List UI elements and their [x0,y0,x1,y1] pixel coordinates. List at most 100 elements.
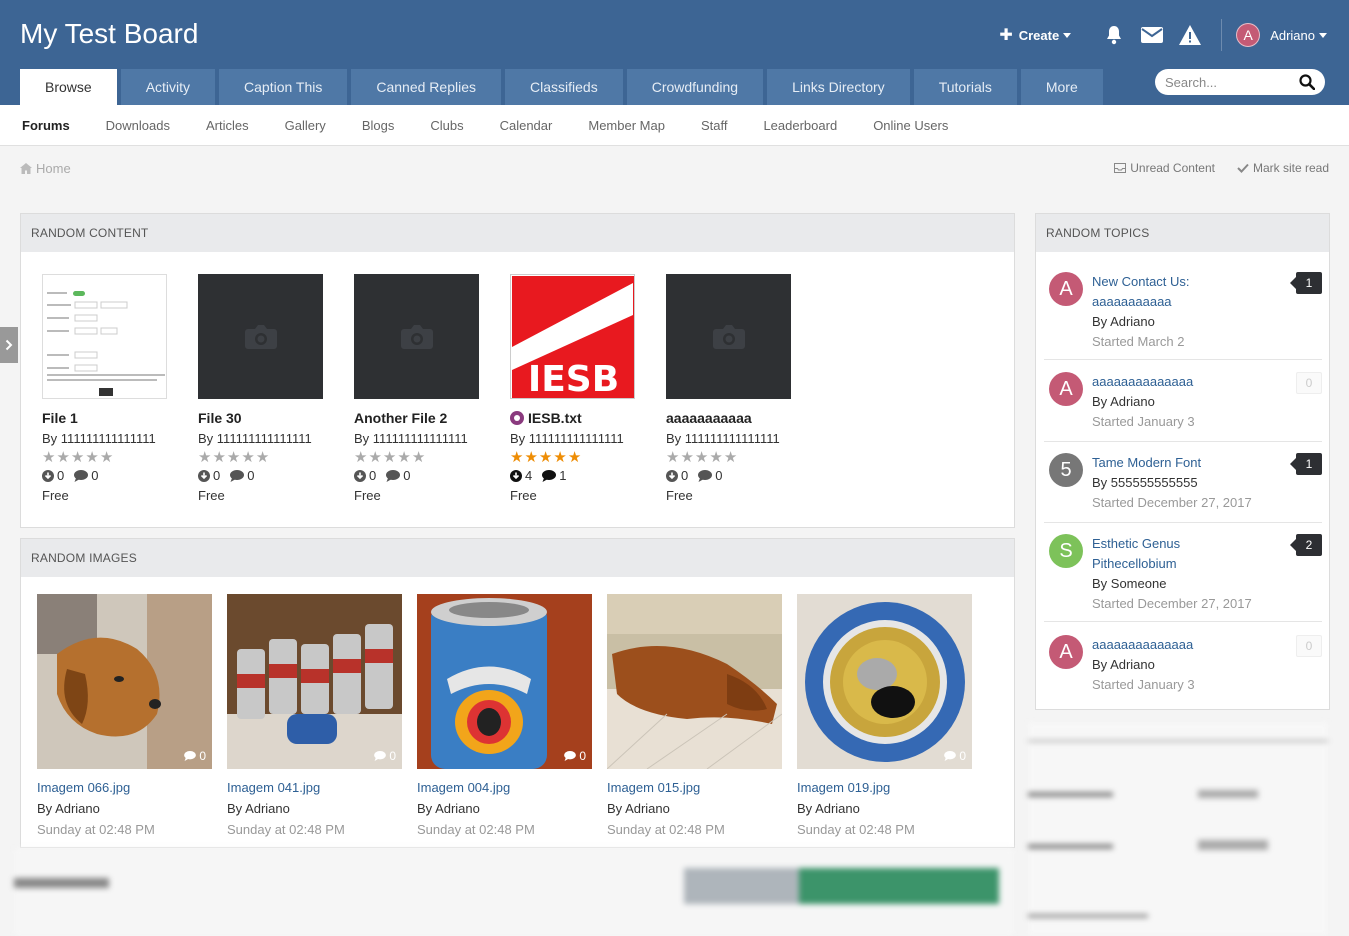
user-avatar: A [1236,23,1261,47]
tab-crowdfunding[interactable]: Crowdfunding [626,69,764,105]
subnav-leaderboard[interactable]: Leaderboard [763,118,837,133]
file-author[interactable]: By 111111111111111 [666,431,801,446]
file-title[interactable]: File 1 [42,410,177,426]
file-thumbnail[interactable] [666,274,791,399]
home-icon [20,163,32,174]
gallery-photo[interactable]: 0 [37,594,212,769]
topic-title[interactable]: New Contact Us: [1092,272,1322,292]
download-item: File 30 By 111111111111111 ★ ★ ★ ★ ★ 0 0 Fre… [198,274,333,503]
subnav-calendar[interactable]: Calendar [500,118,553,133]
comments-count: 0 [715,468,723,483]
topic-item: 5 Tame Modern Font By 555555555555 Start… [1044,453,1322,523]
breadcrumb-home[interactable]: Home [36,161,71,176]
subnav-staff[interactable]: Staff [701,118,728,133]
file-title[interactable]: aaaaaaaaaaa [666,410,801,426]
random-content-block: Random Content File 1 By 1111111 [20,213,1015,528]
image-title[interactable]: Imagem 066.jpg [37,780,212,795]
tab-more[interactable]: More [1020,69,1103,105]
file-stats: 0 0 [198,468,333,483]
bell-icon[interactable] [1103,24,1125,46]
subnav-downloads[interactable]: Downloads [106,118,170,133]
tab-tutorials[interactable]: Tutorials [913,69,1017,105]
subnav-online-users[interactable]: Online Users [873,118,948,133]
image-title[interactable]: Imagem 004.jpg [417,780,592,795]
author-avatar[interactable]: A [1049,272,1083,306]
image-author[interactable]: By Adriano [417,801,592,816]
star-icon: ★ [382,449,397,466]
tab-browse[interactable]: Browse [20,69,117,105]
gallery-photo[interactable] [607,594,782,769]
file-stats: 4 1 [510,468,645,483]
star-icon: ★ [354,449,368,466]
tab-canned-replies[interactable]: Canned Replies [351,69,501,105]
topic-author[interactable]: By Someone [1092,574,1322,594]
file-author[interactable]: By 111111111111111 [510,431,645,446]
comment-count-badge: 0 [374,749,396,763]
author-avatar[interactable]: A [1049,372,1083,406]
subnav-articles[interactable]: Articles [206,118,249,133]
topic-author[interactable]: By Adriano [1092,392,1322,412]
downloads-count: 0 [369,468,377,483]
topic-author[interactable]: By 555555555555 [1092,473,1322,493]
comment-icon [564,751,577,761]
subnav-clubs[interactable]: Clubs [430,118,463,133]
tab-classifieds[interactable]: Classifieds [505,69,623,105]
tab-activity[interactable]: Activity [120,69,216,105]
file-author[interactable]: By 111111111111111 [42,431,177,446]
topic-title[interactable]: Esthetic Genus [1092,534,1322,554]
envelope-icon[interactable] [1141,24,1164,46]
gallery-item: 0 Imagem 066.jpg By Adriano Sunday at 02… [37,594,212,837]
file-thumbnail[interactable] [198,274,323,399]
gallery-photo[interactable]: 0 [227,594,402,769]
rating-stars: ★ ★ ★ ★ ★ [666,450,801,465]
gallery-photo[interactable]: 0 [417,594,592,769]
topic-author[interactable]: By Adriano [1092,655,1322,675]
search-input[interactable] [1165,74,1285,90]
image-author[interactable]: By Adriano [797,801,972,816]
site-title[interactable]: My Test Board [20,18,198,50]
create-button[interactable]: ✚ Create [999,25,1072,45]
file-thumbnail[interactable] [354,274,479,399]
file-thumbnail[interactable]: IESB [510,274,635,399]
author-avatar[interactable]: 5 [1049,453,1083,487]
star-icon: ★ [85,449,99,466]
downloads-count: 0 [213,468,221,483]
search-icon[interactable] [1299,74,1315,90]
sidebar-toggle[interactable] [0,327,18,363]
comment-icon [698,469,713,482]
gallery-item: 0 Imagem 041.jpg By Adriano Sunday at 02… [227,594,402,837]
image-title[interactable]: Imagem 041.jpg [227,780,402,795]
topic-title[interactable]: aaaaaaaaaaaaaa [1092,635,1322,655]
topic-title[interactable]: aaaaaaaaaaaaaa [1092,372,1322,392]
image-title[interactable]: Imagem 019.jpg [797,780,972,795]
tab-caption-this[interactable]: Caption This [219,69,348,105]
file-author[interactable]: By 111111111111111 [198,431,333,446]
author-avatar[interactable]: A [1049,635,1083,669]
image-title[interactable]: Imagem 015.jpg [607,780,782,795]
file-thumbnail[interactable] [42,274,167,399]
image-author[interactable]: By Adriano [607,801,782,816]
tab-links-directory[interactable]: Links Directory [767,69,910,105]
topic-author[interactable]: By Adriano [1092,312,1322,332]
mark-site-read-link[interactable]: Mark site read [1237,161,1329,175]
subnav-member-map[interactable]: Member Map [588,118,665,133]
unread-content-link[interactable]: Unread Content [1114,161,1215,175]
file-title[interactable]: Another File 2 [354,410,489,426]
topic-title-line-2[interactable]: Pithecellobium [1092,554,1322,574]
topic-title-line-2[interactable]: aaaaaaaaaaa [1092,292,1322,312]
user-menu[interactable]: A Adriano [1236,23,1327,47]
random-topics-block: Random Topics A New Contact Us: aaaaaaaa… [1035,213,1330,710]
gallery-photo[interactable]: 0 [797,594,972,769]
file-title[interactable]: IESB.txt [510,410,645,426]
topic-title[interactable]: Tame Modern Font [1092,453,1322,473]
file-price: Free [42,488,69,503]
author-avatar[interactable]: S [1049,534,1083,568]
image-author[interactable]: By Adriano [37,801,212,816]
subnav-gallery[interactable]: Gallery [285,118,326,133]
warning-icon[interactable] [1179,24,1202,46]
file-title[interactable]: File 30 [198,410,333,426]
subnav-forums[interactable]: Forums [22,118,70,133]
file-author[interactable]: By 111111111111111 [354,431,489,446]
subnav-blogs[interactable]: Blogs [362,118,395,133]
image-author[interactable]: By Adriano [227,801,402,816]
